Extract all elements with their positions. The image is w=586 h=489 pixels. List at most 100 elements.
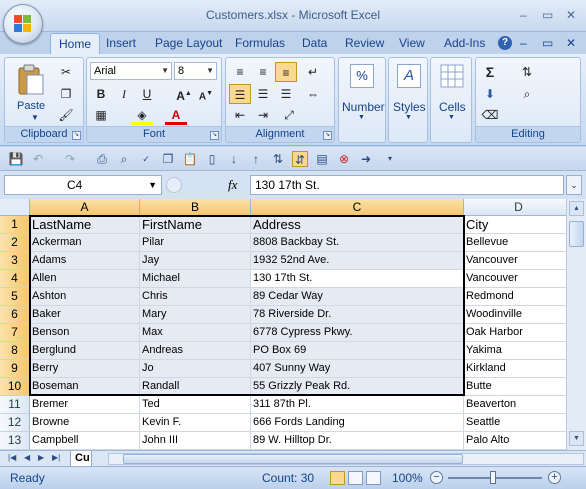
row-header[interactable]: 8 [0, 342, 30, 360]
cell-a9[interactable]: Berry [30, 360, 140, 378]
close-button[interactable]: ✕ [566, 8, 576, 22]
customize-qat-icon[interactable]: ▾ [382, 151, 398, 167]
column-header-b[interactable]: B [140, 199, 251, 216]
cell-a4[interactable]: Allen [30, 270, 140, 288]
minimize-button[interactable]: – [520, 8, 527, 22]
cell-d6[interactable]: Woodinville [464, 306, 566, 324]
cell-c10[interactable]: 55 Grizzly Peak Rd. [251, 378, 464, 396]
alignment-launcher-icon[interactable]: ↘ [323, 131, 332, 140]
cell-c7[interactable]: 6778 Cypress Pkwy. [251, 324, 464, 342]
cell-b12[interactable]: Kevin F. [140, 414, 251, 432]
cell-d2[interactable]: Bellevue [464, 234, 566, 252]
cell-b2[interactable]: Pilar [140, 234, 251, 252]
styles-group[interactable]: A Styles ▼ [388, 57, 428, 143]
row-header[interactable]: 1 [0, 216, 30, 234]
fill-icon[interactable]: ⬇ [479, 84, 501, 104]
row-header[interactable]: 4 [0, 270, 30, 288]
zoom-level[interactable]: 100% [392, 471, 423, 485]
number-group[interactable]: % Number ▼ [338, 57, 386, 143]
cell-c5[interactable]: 89 Cedar Way [251, 288, 464, 306]
data-form-icon[interactable]: ▤ [314, 151, 330, 167]
cell-b6[interactable]: Mary [140, 306, 251, 324]
redo-icon[interactable]: ↷ [62, 151, 78, 167]
align-top-icon[interactable]: ≡ [229, 62, 251, 82]
sort-filter-icon[interactable]: ⇅ [516, 62, 538, 82]
vertical-scroll-thumb[interactable] [569, 221, 584, 247]
ribbon-minimize-button[interactable]: – [520, 36, 527, 50]
cell-d5[interactable]: Redmond [464, 288, 566, 306]
spelling-icon[interactable]: ✓ [138, 151, 154, 167]
cell-b11[interactable]: Ted [140, 396, 251, 414]
cell-a6[interactable]: Baker [30, 306, 140, 324]
cell-b9[interactable]: Jo [140, 360, 251, 378]
zoom-slider-thumb[interactable] [490, 471, 496, 484]
zoom-out-icon[interactable]: − [430, 471, 443, 484]
normal-view-icon[interactable] [330, 471, 345, 485]
select-all-corner[interactable] [0, 199, 30, 216]
row-header[interactable]: 12 [0, 414, 30, 432]
horizontal-scroll-thumb[interactable] [123, 454, 463, 464]
cell-b3[interactable]: Jay [140, 252, 251, 270]
paste-icon[interactable]: 📋 [182, 151, 198, 167]
cell-a13[interactable]: Campbell [30, 432, 140, 450]
font-size-combo[interactable]: 8 ▼ [174, 62, 217, 80]
undo-icon[interactable]: ↶ [30, 151, 46, 167]
cell-d12[interactable]: Seattle [464, 414, 566, 432]
italic-button[interactable]: I [113, 84, 135, 104]
cell-d7[interactable]: Oak Harbor [464, 324, 566, 342]
increase-indent-icon[interactable]: ⇥ [252, 105, 274, 125]
row-header[interactable]: 10 [0, 378, 30, 396]
merge-center-icon[interactable]: ⇔ [302, 84, 324, 104]
cell-d10[interactable]: Butte [464, 378, 566, 396]
vertical-scrollbar[interactable]: ▲ ▼ [566, 199, 586, 450]
clear-filter-icon[interactable]: ⊗ [336, 151, 352, 167]
borders-icon[interactable]: ▦ [90, 105, 112, 125]
last-sheet-icon[interactable]: ▶| [52, 453, 60, 462]
tab-formulas[interactable]: Formulas [235, 36, 285, 50]
restore-button[interactable]: ▭ [542, 8, 553, 22]
cell-b10[interactable]: Randall [140, 378, 251, 396]
first-sheet-icon[interactable]: |◀ [8, 453, 16, 462]
font-launcher-icon[interactable]: ↘ [210, 131, 219, 140]
cell-c1[interactable]: Address [251, 216, 464, 234]
scroll-down-icon[interactable]: ▼ [569, 431, 584, 446]
cell-d9[interactable]: Kirkland [464, 360, 566, 378]
cell-b4[interactable]: Michael [140, 270, 251, 288]
paste-dropdown-arrow[interactable]: ▼ [31, 113, 39, 122]
cell-d13[interactable]: Palo Alto [464, 432, 566, 450]
row-header[interactable]: 9 [0, 360, 30, 378]
align-center-icon[interactable]: ☰ [252, 84, 274, 104]
align-right-icon[interactable]: ☰ [275, 84, 297, 104]
tab-insert[interactable]: Insert [106, 36, 136, 50]
cell-b5[interactable]: Chris [140, 288, 251, 306]
save-icon[interactable]: 💾 [8, 151, 24, 167]
format-painter-icon[interactable]: 🖌 [55, 105, 77, 125]
underline-button[interactable]: U [136, 84, 158, 104]
decrease-indent-icon[interactable]: ⇤ [229, 105, 251, 125]
bold-button[interactable]: B [90, 84, 112, 104]
cell-d4[interactable]: Vancouver [464, 270, 566, 288]
tab-view[interactable]: View [399, 36, 425, 50]
next-sheet-icon[interactable]: ▶ [38, 453, 44, 462]
row-header[interactable]: 11 [0, 396, 30, 414]
cell-c4[interactable]: 130 17th St. [251, 270, 464, 288]
row-header[interactable]: 2 [0, 234, 30, 252]
column-header-a[interactable]: A [30, 199, 140, 216]
autosum-icon[interactable]: Σ [479, 62, 501, 82]
cell-b13[interactable]: John III [140, 432, 251, 450]
print-preview-icon[interactable]: ⌕ [116, 151, 132, 167]
insert-function-icon[interactable]: fx [228, 177, 237, 193]
worksheet-grid[interactable]: A B C D 1 LastName FirstName Address City 2 Ac… [0, 199, 566, 450]
cell-c12[interactable]: 666 Fords Landing [251, 414, 464, 432]
page-layout-view-icon[interactable] [348, 471, 363, 485]
fill-color-icon[interactable]: ◈ [131, 105, 153, 125]
cell-a2[interactable]: Ackerman [30, 234, 140, 252]
cell-b8[interactable]: Andreas [140, 342, 251, 360]
tab-data[interactable]: Data [302, 36, 327, 50]
cell-a11[interactable]: Bremer [30, 396, 140, 414]
clear-icon[interactable]: ⌫ [479, 105, 501, 125]
cell-a1[interactable]: LastName [30, 216, 140, 234]
grow-font-button[interactable]: A▲ [173, 84, 195, 104]
cell-c13[interactable]: 89 W. Hilltop Dr. [251, 432, 464, 450]
help-icon[interactable]: ? [498, 36, 512, 50]
